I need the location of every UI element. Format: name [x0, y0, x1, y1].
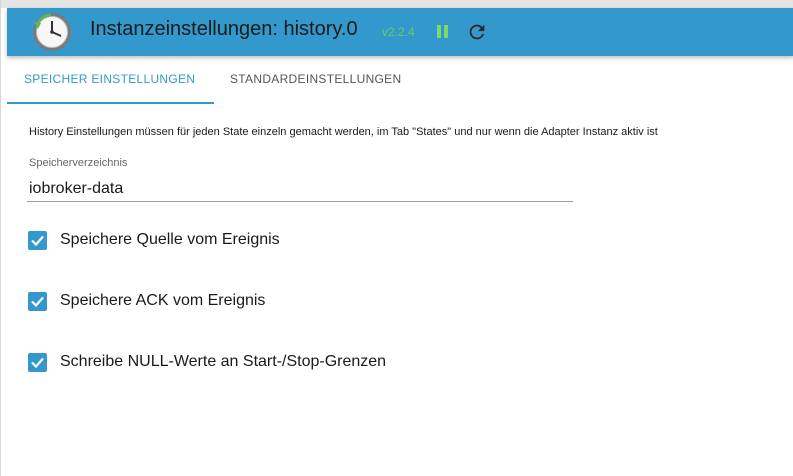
pause-icon[interactable]: [435, 24, 449, 40]
checkbox-checked-icon[interactable]: [28, 231, 47, 250]
settings-window: Instanzeinstellungen: history.0 v2.2.4 S…: [0, 0, 793, 476]
checkbox-label: Speichere Quelle vom Ereignis: [60, 231, 280, 248]
tab-default-settings[interactable]: STANDARDEINSTELLUNGEN: [230, 72, 401, 86]
version-badge: v2.2.4: [382, 25, 415, 39]
reload-icon[interactable]: [466, 21, 488, 43]
info-text: History Einstellungen müssen für jeden S…: [29, 126, 658, 138]
checkbox-label: Speichere ACK vom Ereignis: [60, 292, 266, 309]
checkbox-label: Schreibe NULL-Werte an Start-/Stop-Grenz…: [60, 353, 387, 370]
instance-header: Instanzeinstellungen: history.0 v2.2.4: [7, 8, 793, 56]
storage-dir-label: Speicherverzeichnis: [29, 157, 128, 169]
tab-bar: SPEICHER EINSTELLUNGEN STANDARDEINSTELLU…: [7, 56, 793, 104]
clock-history-icon: [33, 13, 71, 51]
top-strip: [1, 0, 793, 8]
checkbox-checked-icon[interactable]: [28, 292, 47, 311]
page-title: Instanzeinstellungen: history.0: [90, 18, 358, 40]
active-tab-indicator: [7, 102, 214, 104]
checkbox-checked-icon[interactable]: [28, 353, 47, 372]
storage-dir-input[interactable]: [27, 176, 573, 202]
tab-storage-settings[interactable]: SPEICHER EINSTELLUNGEN: [24, 72, 195, 86]
